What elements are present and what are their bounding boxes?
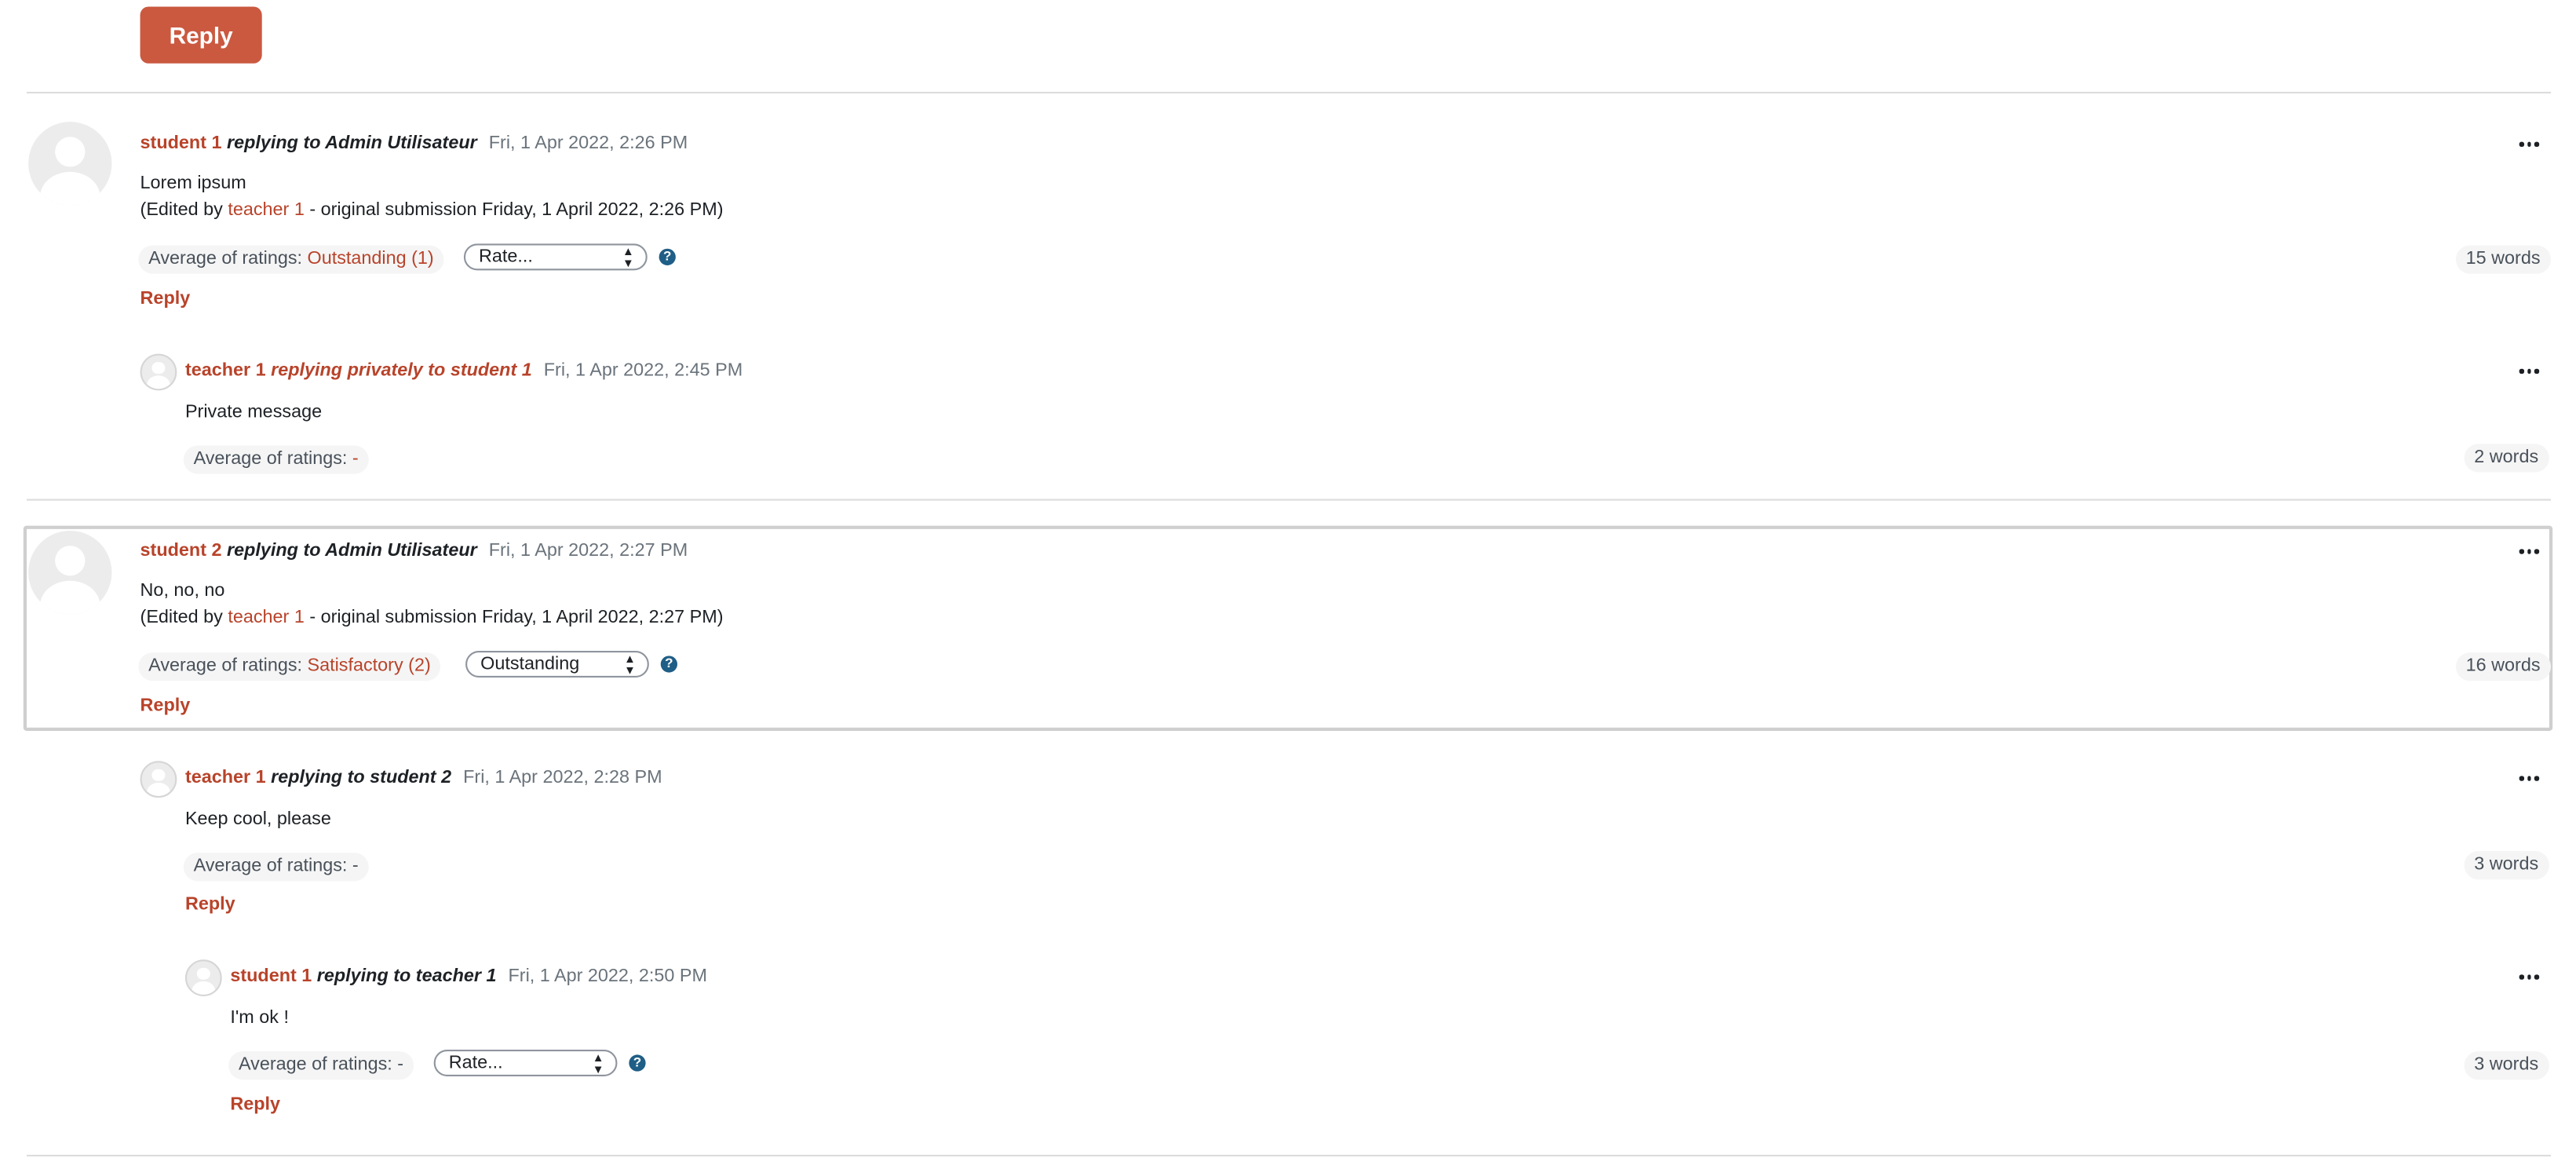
rating-select-value: Outstanding [480, 654, 580, 674]
more-actions-icon[interactable] [2519, 971, 2540, 981]
post-date: Fri, 1 Apr 2022, 2:28 PM [463, 767, 662, 788]
post-message: Private message [185, 399, 322, 426]
post-author-link[interactable]: teacher 1 [185, 768, 266, 788]
word-count: 3 words [2464, 1051, 2549, 1080]
discussion-thread: Reply student 1 replying to Admin Utilis… [0, 0, 2576, 1158]
post-header: student 1 replying to Admin Utilisateur … [140, 133, 688, 154]
post-edited-note: (Edited by teacher 1 - original submissi… [140, 197, 724, 224]
sort-arrows-icon: ▲ ▼ [592, 1053, 604, 1077]
post-date: Fri, 1 Apr 2022, 2:27 PM [488, 540, 688, 561]
more-actions-icon[interactable] [2519, 138, 2540, 148]
user-avatar-icon[interactable] [28, 530, 112, 615]
post-header: teacher 1 replying privately to student … [185, 360, 743, 381]
user-avatar-icon[interactable] [184, 959, 222, 996]
word-count: 15 words [2455, 245, 2551, 274]
average-ratings: Average of ratings: Satisfactory (2) [138, 652, 441, 681]
post-header: student 1 replying to teacher 1 Fri, 1 A… [230, 966, 707, 987]
more-actions-icon[interactable] [2519, 366, 2540, 376]
rating-select[interactable]: Outstanding ▲ ▼ [465, 650, 649, 678]
average-ratings-label: Average of ratings: [148, 656, 308, 676]
sort-arrows-icon: ▲ ▼ [622, 247, 634, 271]
post-message-text: Lorem ipsum [140, 174, 246, 194]
post-message-text: I'm ok ! [230, 1007, 289, 1028]
sort-arrows-icon: ▲ ▼ [624, 654, 636, 678]
help-icon[interactable]: ? [659, 248, 676, 265]
post-date: Fri, 1 Apr 2022, 2:50 PM [508, 966, 707, 987]
post-author-link[interactable]: student 1 [140, 133, 222, 154]
word-count: 3 words [2464, 851, 2549, 880]
editor-link[interactable]: teacher 1 [228, 608, 305, 628]
word-count: 16 words [2455, 652, 2551, 681]
reply-link[interactable]: Reply [140, 289, 191, 309]
more-actions-icon[interactable] [2519, 546, 2540, 556]
editor-link[interactable]: teacher 1 [228, 200, 305, 221]
post-date: Fri, 1 Apr 2022, 2:26 PM [488, 133, 688, 154]
post-message-text: Private message [184, 402, 323, 422]
edited-prefix: (Edited by [140, 200, 228, 221]
reply-button[interactable]: Reply [140, 6, 262, 64]
edited-suffix: - original submission Friday, 1 April 20… [304, 607, 724, 628]
average-ratings-value[interactable]: Outstanding (1) [308, 249, 434, 269]
average-ratings-value: - [352, 448, 359, 469]
more-actions-icon[interactable] [2519, 773, 2540, 783]
post-replying-to: replying privately to student 1 [271, 360, 532, 381]
divider [27, 1154, 2552, 1157]
post-author-link[interactable]: student 2 [140, 541, 222, 561]
post-header: student 2 replying to Admin Utilisateur … [140, 541, 688, 561]
edited-suffix: - original submission Friday, 1 April 20… [304, 200, 724, 221]
post-header: teacher 1 replying to student 2 Fri, 1 A… [185, 768, 662, 788]
average-ratings-label: Average of ratings: [148, 248, 308, 269]
user-avatar-icon[interactable] [140, 353, 177, 391]
post-message: I'm ok ! [230, 1005, 289, 1032]
post-message: Keep cool, please [185, 806, 331, 833]
post-replying-to: replying to Admin Utilisateur [227, 540, 477, 561]
average-ratings: Average of ratings: - [228, 1051, 414, 1080]
post-replying-to: replying to Admin Utilisateur [227, 133, 477, 154]
rating-select-value: Rate... [479, 247, 533, 268]
post-author-link[interactable]: teacher 1 [185, 360, 266, 381]
post-author-link[interactable]: student 1 [230, 966, 312, 987]
divider [27, 91, 2552, 94]
post-message-text: No, no, no [140, 580, 225, 601]
reply-link[interactable]: Reply [140, 696, 191, 716]
rating-select[interactable]: Rate... ▲ ▼ [463, 243, 648, 271]
post-replying-to: replying to student 2 [271, 767, 452, 788]
rating-select[interactable]: Rate... ▲ ▼ [433, 1050, 618, 1077]
post-replying-to: replying to teacher 1 [316, 966, 497, 987]
average-ratings: Average of ratings: - [183, 445, 369, 474]
post-message: Lorem ipsum (Edited by teacher 1 - origi… [140, 170, 724, 224]
help-icon[interactable]: ? [660, 656, 677, 673]
post-message-text: Keep cool, please [184, 809, 331, 830]
divider [27, 499, 2552, 501]
reply-link[interactable]: Reply [185, 894, 235, 915]
user-avatar-icon[interactable] [140, 761, 177, 798]
average-ratings-label: Average of ratings: [193, 448, 352, 469]
post-date: Fri, 1 Apr 2022, 2:45 PM [543, 360, 743, 381]
help-icon[interactable]: ? [629, 1054, 646, 1072]
average-ratings: Average of ratings: Outstanding (1) [138, 245, 444, 274]
post-edited-note: (Edited by teacher 1 - original submissi… [140, 604, 724, 630]
average-ratings-value[interactable]: Satisfactory (2) [308, 656, 431, 676]
rating-select-value: Rate... [448, 1053, 503, 1073]
post-message: No, no, no (Edited by teacher 1 - origin… [140, 577, 724, 630]
user-avatar-icon[interactable] [28, 122, 112, 206]
reply-link[interactable]: Reply [230, 1094, 280, 1115]
average-ratings: Average of ratings: - [183, 853, 369, 882]
word-count: 2 words [2464, 444, 2549, 473]
edited-prefix: (Edited by [140, 607, 228, 628]
